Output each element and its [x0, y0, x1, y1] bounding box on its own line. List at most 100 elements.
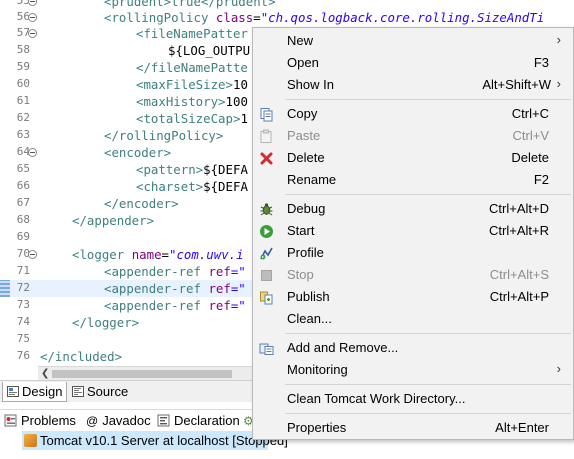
fold-toggle-icon[interactable] — [28, 148, 37, 157]
xml-text: ${LOG_OUTPU — [168, 43, 251, 58]
tab-design[interactable]: Design — [2, 382, 68, 402]
menu-item-copy[interactable]: Copy Ctrl+C — [253, 103, 573, 125]
scroll-left-icon[interactable]: ❮ — [41, 368, 49, 379]
menu-item-label: Profile — [287, 245, 324, 260]
code-line[interactable]: 56 <rollingPolicy class="ch.qos.logback.… — [0, 9, 574, 26]
menu-item-start[interactable]: Start Ctrl+Alt+R — [253, 220, 573, 242]
start-icon — [260, 225, 273, 238]
xml-tag: <appender-ref — [104, 264, 209, 279]
fold-toggle-icon[interactable] — [28, 13, 37, 22]
menu-separator — [285, 413, 571, 414]
server-label: Tomcat v10.1 Server at localhost [Stoppe… — [40, 433, 288, 448]
profile-icon — [260, 247, 273, 260]
menu-item-shortcut: Ctrl+Alt+D — [489, 201, 549, 216]
source-icon — [72, 386, 84, 397]
publish-icon — [260, 291, 273, 305]
xml-tag: <encoder> — [104, 145, 172, 160]
menu-item-paste[interactable]: Paste Ctrl+V — [253, 125, 573, 147]
xml-tag: <appender-ref — [104, 281, 209, 296]
menu-item-profile[interactable]: Profile — [253, 242, 573, 264]
fold-toggle-icon[interactable] — [28, 250, 37, 259]
line-number: 69 — [16, 230, 30, 243]
xml-value: "ch.qos.logback.core.rolling.SizeAndTi — [260, 10, 545, 25]
fold-toggle-icon[interactable] — [28, 29, 37, 38]
menu-item-open[interactable]: Open F3 — [253, 52, 573, 74]
tab-javadoc-label: Javadoc — [102, 413, 151, 428]
menu-item-shortcut: Alt+Enter — [495, 420, 549, 435]
xml-tag: <logger — [72, 247, 132, 262]
menu-item-shortcut: Delete — [511, 150, 549, 165]
tab-problems[interactable]: Problems — [4, 413, 76, 428]
fold-toggle-icon[interactable] — [28, 0, 37, 6]
xml-eq: = — [161, 247, 169, 262]
at-icon: @ — [86, 414, 99, 428]
menu-item-label: Rename — [287, 172, 337, 187]
xml-attr: ref — [208, 264, 231, 279]
menu-item-show-in[interactable]: Show In Alt+Shift+W › — [253, 74, 573, 96]
submenu-arrow-icon: › — [556, 76, 561, 91]
xml-text: ${DEFA — [203, 162, 248, 177]
tab-declaration-label: Declaration — [174, 413, 240, 428]
xml-tag: <totalSizeCap> — [136, 111, 241, 126]
line-number: 63 — [16, 128, 30, 141]
scrollbar-thumb[interactable] — [52, 370, 232, 378]
tab-source[interactable]: Source — [68, 382, 132, 402]
menu-separator — [285, 333, 571, 334]
menu-item-label: Paste — [287, 128, 321, 143]
line-number: 66 — [16, 179, 30, 192]
menu-item-shortcut: F2 — [533, 172, 549, 187]
design-icon — [7, 386, 19, 397]
menu-item-label: Add and Remove... — [287, 340, 399, 355]
xml-tag: </encoder> — [104, 196, 179, 211]
tab-source-label: Source — [87, 384, 129, 399]
menu-item-shortcut: Ctrl+C — [511, 106, 549, 121]
xml-attr: name — [131, 247, 162, 262]
xml-attr: ref — [208, 298, 231, 313]
delete-icon — [260, 152, 273, 165]
xml-value: "com.uwv.i — [169, 247, 244, 262]
tab-problems-label: Problems — [21, 413, 76, 428]
xml-text: 100 — [225, 94, 248, 109]
xml-tag: <appender-ref — [104, 298, 209, 313]
tab-javadoc[interactable]: @ Javadoc — [86, 413, 151, 428]
line-number: 71 — [16, 264, 30, 277]
menu-item-delete[interactable]: Delete Delete — [253, 147, 573, 169]
menu-item-label: Publish — [287, 289, 330, 304]
menu-item-properties[interactable]: Properties Alt+Enter — [253, 417, 573, 439]
line-number: 61 — [16, 94, 30, 107]
line-number: 58 — [16, 43, 30, 56]
menu-item-shortcut: F3 — [533, 55, 549, 70]
line-number: 67 — [16, 196, 30, 209]
menu-separator — [285, 384, 571, 385]
xml-text: 10 — [232, 77, 248, 92]
xml-tag: <fileNamePatter — [136, 26, 248, 41]
xml-text: ${DEFA — [203, 179, 248, 194]
line-number: 65 — [16, 162, 30, 175]
line-number: 76 — [16, 349, 30, 362]
xml-tag: <maxHistory> — [136, 94, 226, 109]
xml-tag: <pattern> — [136, 162, 204, 177]
xml-eq: =" — [230, 281, 246, 296]
xml-text: 1 — [240, 111, 248, 126]
menu-item-shortcut: Ctrl+Alt+R — [489, 223, 549, 238]
menu-item-add-and-remove[interactable]: Add and Remove... — [253, 337, 573, 359]
menu-item-rename[interactable]: Rename F2 — [253, 169, 573, 191]
line-number: 60 — [16, 77, 30, 90]
xml-tag: </logger> — [72, 315, 140, 330]
menu-item-label: Delete — [287, 150, 325, 165]
xml-tag: <maxFileSize> — [136, 77, 233, 92]
xml-tag: </appender> — [72, 213, 155, 228]
menu-item-publish[interactable]: Publish Ctrl+Alt+P — [253, 286, 573, 308]
menu-item-clean-tomcat-work-directory[interactable]: Clean Tomcat Work Directory... — [253, 388, 573, 410]
menu-item-label: New — [287, 33, 314, 48]
menu-item-stop[interactable]: Stop Ctrl+Alt+S — [253, 264, 573, 286]
add-remove-icon — [259, 343, 274, 355]
menu-item-debug[interactable]: Debug Ctrl+Alt+D — [253, 198, 573, 220]
xml-eq: =" — [230, 264, 246, 279]
xml-tag: </rollingPolicy> — [104, 128, 224, 143]
submenu-arrow-icon: › — [556, 32, 561, 47]
menu-item-clean[interactable]: Clean... — [253, 308, 573, 330]
menu-item-monitoring[interactable]: Monitoring › — [253, 359, 573, 381]
menu-item-new[interactable]: New › — [253, 30, 573, 52]
tab-declaration[interactable]: Declaration — [157, 413, 240, 428]
